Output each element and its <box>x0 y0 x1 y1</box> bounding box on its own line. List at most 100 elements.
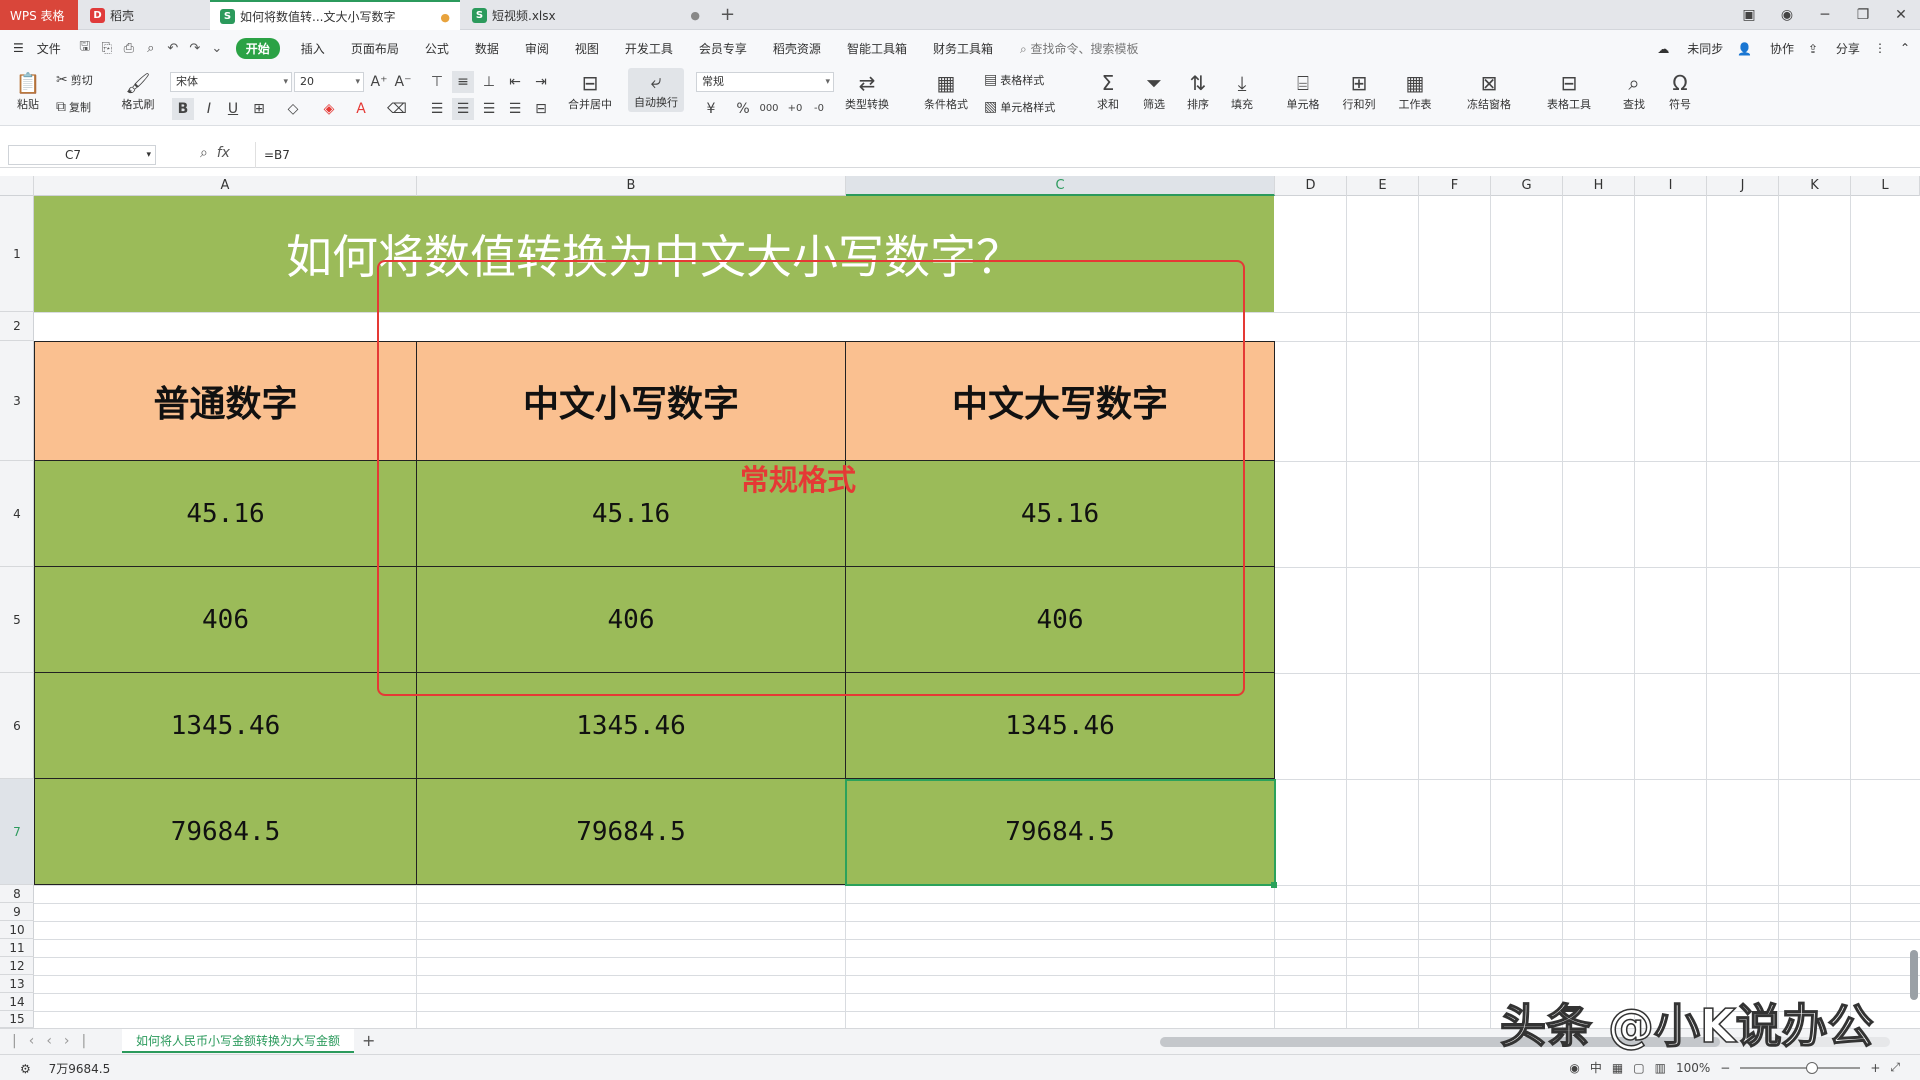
copy-button[interactable]: ⧉ 复制 <box>56 99 91 115</box>
menu-finance-tools[interactable]: 财务工具箱 <box>920 40 1006 57</box>
row-header-9[interactable]: 9 <box>0 903 34 921</box>
new-tab-button[interactable]: + <box>720 4 735 25</box>
menu-daoke-resources[interactable]: 稻壳资源 <box>760 40 834 57</box>
column-header-g[interactable]: G <box>1491 176 1563 196</box>
column-header-e[interactable]: E <box>1347 176 1419 196</box>
font-name-select[interactable]: 宋体 ▾ <box>170 72 292 92</box>
decrease-font-icon[interactable]: A⁻ <box>392 71 414 93</box>
column-header-j[interactable]: J <box>1707 176 1779 196</box>
bold-button[interactable]: B <box>172 98 194 120</box>
font-size-select[interactable]: 20 ▾ <box>294 72 364 92</box>
undo-icon[interactable]: ↶ <box>162 41 184 56</box>
data-cell-a5[interactable]: 406 <box>34 567 417 673</box>
column-header-l[interactable]: L <box>1851 176 1920 196</box>
justify-icon[interactable]: ☰ <box>504 98 526 120</box>
table-style-button[interactable]: ▤ 表格样式 <box>984 72 1044 88</box>
menu-formulas[interactable]: 公式 <box>412 40 462 57</box>
thousands-icon[interactable]: 000 <box>758 98 780 120</box>
border-icon[interactable]: ⊞ <box>248 98 270 120</box>
close-window-icon[interactable]: ✕ <box>1882 7 1920 23</box>
cell-style-button[interactable]: ▧ 单元格样式 <box>984 99 1055 115</box>
eraser-icon[interactable]: ⌫ <box>386 98 408 120</box>
page-break-view-icon[interactable]: ▥ <box>1655 1061 1666 1075</box>
menu-developer[interactable]: 开发工具 <box>612 40 686 57</box>
row-header-15[interactable]: 15 <box>0 1011 34 1028</box>
row-header-14[interactable]: 14 <box>0 993 34 1011</box>
indent-increase-icon[interactable]: ⇥ <box>530 71 552 93</box>
column-header-d[interactable]: D <box>1275 176 1347 196</box>
conditional-format-button[interactable]: ▦ 条件格式 <box>916 70 976 112</box>
fill-button[interactable]: ⤓ 填充 <box>1224 70 1260 112</box>
tab-document[interactable]: S 短视频.xlsx ● <box>462 0 710 30</box>
data-cell-b7[interactable]: 79684.5 <box>417 779 846 885</box>
fill-color-icon[interactable]: ◇ <box>282 98 304 120</box>
italic-button[interactable]: I <box>198 98 220 120</box>
normal-view-icon[interactable]: ▦ <box>1612 1061 1623 1075</box>
row-header-3[interactable]: 3 <box>0 341 34 461</box>
page-layout-view-icon[interactable]: ▢ <box>1633 1061 1644 1075</box>
command-search[interactable]: ⌕ 查找命令、搜索模板 <box>1020 40 1139 57</box>
align-top-icon[interactable]: ⊤ <box>426 71 448 93</box>
menu-smart-tools[interactable]: 智能工具箱 <box>834 40 920 57</box>
menu-page-layout[interactable]: 页面布局 <box>338 40 412 57</box>
percent-icon[interactable]: % <box>732 98 754 120</box>
currency-icon[interactable]: ¥ <box>700 98 722 120</box>
sheet-nav-arrows[interactable]: |‹‹›| <box>12 1033 98 1049</box>
zoom-in-button[interactable]: + <box>1870 1061 1880 1075</box>
save-icon[interactable]: 🖫 <box>74 37 96 59</box>
zoom-icon[interactable]: ⌕ <box>200 145 208 161</box>
more-icon[interactable]: ⋮ <box>1874 41 1886 55</box>
align-middle-icon[interactable]: ≡ <box>452 71 474 93</box>
eye-icon[interactable]: ◉ <box>1569 1061 1579 1075</box>
macro-icon[interactable]: ⚙ <box>20 1062 31 1076</box>
decrease-decimal-icon[interactable]: -0 <box>808 98 830 120</box>
column-header-k[interactable]: K <box>1779 176 1851 196</box>
close-icon[interactable]: ● <box>690 9 700 22</box>
redo-icon[interactable]: ↷ <box>184 41 206 56</box>
sum-button[interactable]: Σ 求和 <box>1090 70 1126 112</box>
menu-data[interactable]: 数据 <box>462 40 512 57</box>
align-left-icon[interactable]: ☰ <box>426 98 448 120</box>
restore-icon[interactable]: ❐ <box>1844 7 1882 23</box>
wrap-text-button[interactable]: ⤶ 自动换行 <box>628 68 684 112</box>
column-header-h[interactable]: H <box>1563 176 1635 196</box>
font-color-icon[interactable]: A <box>350 98 372 120</box>
worksheet-button[interactable]: ▦ 工作表 <box>1392 70 1438 112</box>
align-right-icon[interactable]: ☰ <box>478 98 500 120</box>
menu-review[interactable]: 审阅 <box>512 40 562 57</box>
number-format-select[interactable]: 常规 ▾ <box>696 72 834 92</box>
row-header-6[interactable]: 6 <box>0 673 34 779</box>
row-header-10[interactable]: 10 <box>0 921 34 939</box>
row-header-12[interactable]: 12 <box>0 957 34 975</box>
find-button[interactable]: ⌕ 查找 <box>1616 70 1652 112</box>
data-cell-a6[interactable]: 1345.46 <box>34 673 417 779</box>
sort-button[interactable]: ⇅ 排序 <box>1180 70 1216 112</box>
tab-document-active[interactable]: S 如何将数值转...文大小写数字 ● <box>210 0 460 30</box>
name-box[interactable]: C7 ▾ <box>8 145 156 165</box>
unsaved-dot-icon[interactable]: ● <box>440 11 450 24</box>
menu-file[interactable]: 文件 <box>37 40 74 57</box>
share-button[interactable]: ⇪ 分享 <box>1808 40 1860 57</box>
zoom-slider[interactable] <box>1740 1061 1861 1074</box>
fx-icon[interactable]: fx <box>217 145 230 161</box>
menu-home[interactable]: 开始 <box>235 37 280 59</box>
fullscreen-icon[interactable]: ⤢ <box>1890 1060 1900 1075</box>
column-header-b[interactable]: B <box>417 176 846 196</box>
column-header-a[interactable]: A <box>34 176 417 196</box>
cell-button[interactable]: ⌸ 单元格 <box>1280 70 1326 112</box>
align-bottom-icon[interactable]: ⊥ <box>478 71 500 93</box>
row-header-5[interactable]: 5 <box>0 567 34 673</box>
select-all-corner[interactable] <box>0 176 34 196</box>
increase-font-icon[interactable]: A⁺ <box>368 71 390 93</box>
collapse-ribbon-icon[interactable]: ⌃ <box>1900 41 1910 55</box>
row-header-8[interactable]: 8 <box>0 885 34 903</box>
table-tools-button[interactable]: ⊟ 表格工具 <box>1538 70 1600 112</box>
row-header-7[interactable]: 7 <box>0 779 34 885</box>
row-header-4[interactable]: 4 <box>0 461 34 567</box>
header-cell-a3[interactable]: 普通数字 <box>34 341 417 461</box>
row-header-2[interactable]: 2 <box>0 312 34 341</box>
hamburger-icon[interactable]: ☰ <box>0 41 37 55</box>
column-header-c[interactable]: C <box>846 176 1275 196</box>
export-icon[interactable]: ⎘ <box>96 41 118 56</box>
minimize-icon[interactable]: ─ <box>1806 7 1844 23</box>
